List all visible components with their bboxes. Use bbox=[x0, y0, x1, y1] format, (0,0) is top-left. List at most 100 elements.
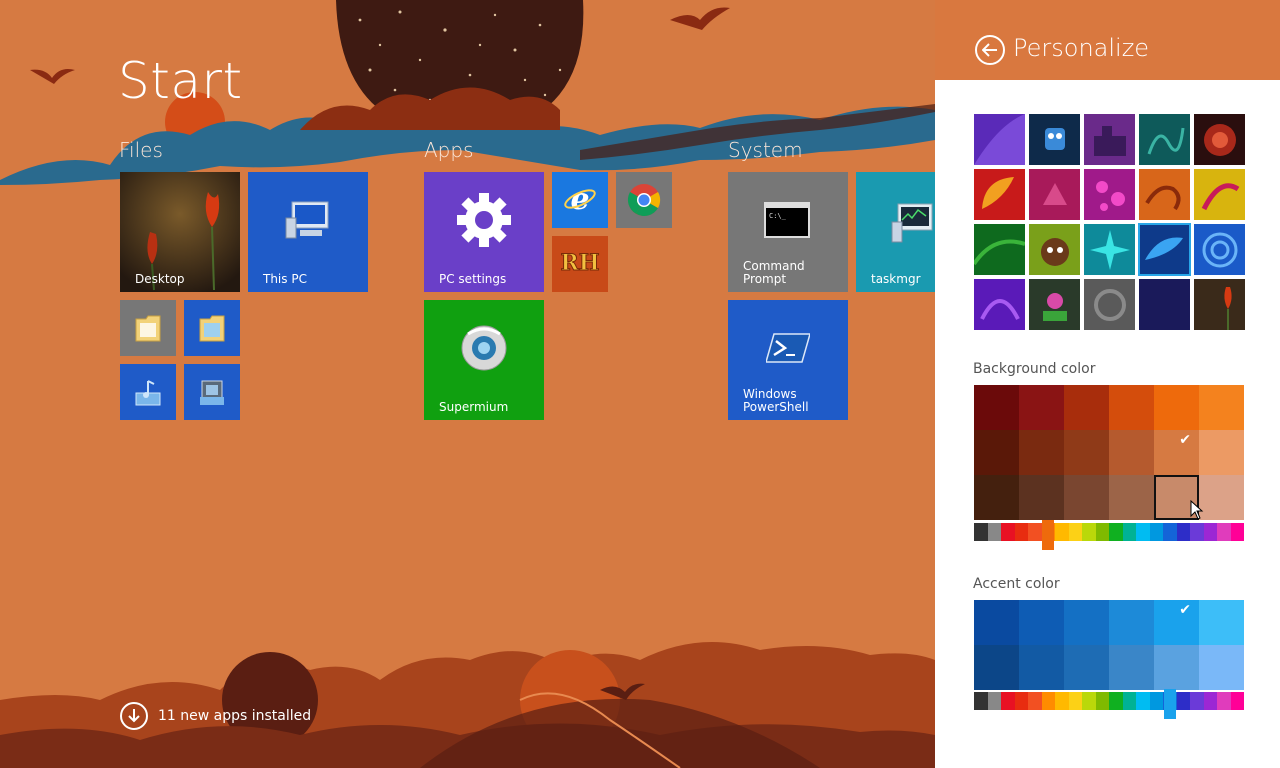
color-swatch[interactable] bbox=[1199, 600, 1244, 645]
tile-videos-folder[interactable] bbox=[184, 364, 240, 420]
tile-internet-explorer[interactable]: e bbox=[552, 172, 608, 228]
color-swatch[interactable]: ✔ bbox=[1154, 600, 1199, 645]
color-swatch[interactable] bbox=[1109, 645, 1154, 690]
pattern-thumbnail[interactable] bbox=[1194, 169, 1245, 220]
tile-pictures-folder[interactable] bbox=[184, 300, 240, 356]
color-swatch[interactable] bbox=[974, 385, 1019, 430]
hue-segment[interactable] bbox=[1095, 523, 1109, 541]
hue-segment[interactable] bbox=[1109, 523, 1123, 541]
hue-segment[interactable] bbox=[1149, 692, 1163, 710]
hue-segment[interactable] bbox=[1136, 523, 1150, 541]
tile-music-folder[interactable] bbox=[120, 364, 176, 420]
pattern-thumbnail[interactable] bbox=[1084, 224, 1135, 275]
tile-windows-powershell[interactable]: Windows PowerShell bbox=[728, 300, 848, 420]
hue-segment[interactable] bbox=[1014, 523, 1028, 541]
hue-segment[interactable] bbox=[1014, 692, 1028, 710]
pattern-thumbnail[interactable] bbox=[1084, 114, 1135, 165]
hue-segment[interactable] bbox=[1230, 692, 1244, 710]
hue-segment[interactable] bbox=[1001, 692, 1015, 710]
hue-segment[interactable] bbox=[974, 692, 988, 710]
tile-supermium[interactable]: Supermium bbox=[424, 300, 544, 420]
color-swatch[interactable] bbox=[1019, 385, 1064, 430]
color-swatch[interactable] bbox=[1064, 430, 1109, 475]
back-button[interactable] bbox=[975, 35, 1005, 65]
tile-desktop[interactable]: Desktop bbox=[120, 172, 240, 292]
hue-segment[interactable] bbox=[987, 523, 1001, 541]
background-hue-slider[interactable] bbox=[1042, 520, 1055, 550]
pattern-thumbnail[interactable] bbox=[1029, 279, 1080, 330]
pattern-thumbnail[interactable] bbox=[1029, 169, 1080, 220]
color-swatch[interactable] bbox=[1064, 600, 1109, 645]
pattern-thumbnail[interactable] bbox=[1084, 169, 1135, 220]
new-apps-notification[interactable]: 11 new apps installed bbox=[120, 702, 311, 730]
hue-segment[interactable] bbox=[1041, 692, 1055, 710]
hue-segment[interactable] bbox=[1122, 692, 1136, 710]
color-swatch[interactable] bbox=[974, 430, 1019, 475]
color-swatch[interactable] bbox=[1019, 475, 1064, 520]
color-swatch[interactable] bbox=[1019, 430, 1064, 475]
color-swatch[interactable] bbox=[1199, 475, 1244, 520]
hue-segment[interactable] bbox=[1001, 523, 1015, 541]
pattern-thumbnail[interactable] bbox=[1029, 224, 1080, 275]
color-swatch[interactable] bbox=[1064, 645, 1109, 690]
hue-segment[interactable] bbox=[1217, 692, 1231, 710]
hue-segment[interactable] bbox=[1149, 523, 1163, 541]
hue-segment[interactable] bbox=[1028, 523, 1042, 541]
pattern-thumbnail[interactable] bbox=[1029, 114, 1080, 165]
pattern-thumbnail[interactable] bbox=[974, 169, 1025, 220]
color-swatch[interactable] bbox=[1199, 385, 1244, 430]
color-swatch[interactable] bbox=[1199, 430, 1244, 475]
color-swatch[interactable] bbox=[1064, 475, 1109, 520]
pattern-thumbnail[interactable] bbox=[974, 279, 1025, 330]
hue-segment[interactable] bbox=[1176, 692, 1190, 710]
hue-segment[interactable] bbox=[1136, 692, 1150, 710]
hue-segment[interactable] bbox=[1055, 692, 1069, 710]
color-swatch[interactable] bbox=[1109, 430, 1154, 475]
hue-segment[interactable] bbox=[1122, 523, 1136, 541]
pattern-thumbnail[interactable] bbox=[1194, 279, 1245, 330]
hue-segment[interactable] bbox=[1203, 692, 1217, 710]
tile-pc-settings[interactable]: PC settings bbox=[424, 172, 544, 292]
color-swatch[interactable] bbox=[1019, 600, 1064, 645]
hue-segment[interactable] bbox=[974, 523, 988, 541]
pattern-thumbnail[interactable] bbox=[974, 114, 1025, 165]
hue-segment[interactable] bbox=[1095, 692, 1109, 710]
hue-segment[interactable] bbox=[1055, 523, 1069, 541]
hue-segment[interactable] bbox=[1109, 692, 1123, 710]
color-swatch[interactable] bbox=[1064, 385, 1109, 430]
pattern-thumbnail[interactable] bbox=[1139, 114, 1190, 165]
pattern-thumbnail[interactable] bbox=[974, 224, 1025, 275]
tile-taskmgr[interactable]: taskmgr bbox=[856, 172, 935, 292]
pattern-thumbnail[interactable] bbox=[1194, 114, 1245, 165]
hue-segment[interactable] bbox=[1068, 523, 1082, 541]
hue-segment[interactable] bbox=[1230, 523, 1244, 541]
hue-segment[interactable] bbox=[1082, 523, 1096, 541]
hue-segment[interactable] bbox=[1190, 523, 1204, 541]
hue-segment[interactable] bbox=[1217, 523, 1231, 541]
color-swatch[interactable] bbox=[974, 645, 1019, 690]
hue-segment[interactable] bbox=[1190, 692, 1204, 710]
color-swatch[interactable] bbox=[1199, 645, 1244, 690]
color-swatch[interactable] bbox=[1109, 385, 1154, 430]
pattern-thumbnail[interactable] bbox=[1139, 169, 1190, 220]
accent-hue-slider[interactable] bbox=[1163, 689, 1176, 719]
color-swatch[interactable] bbox=[1154, 645, 1199, 690]
color-swatch[interactable] bbox=[1019, 645, 1064, 690]
pattern-thumbnail[interactable] bbox=[1138, 223, 1191, 276]
pattern-thumbnail[interactable] bbox=[1139, 279, 1190, 330]
color-swatch[interactable]: ✔ bbox=[1154, 430, 1199, 475]
color-swatch[interactable] bbox=[1109, 600, 1154, 645]
hue-segment[interactable] bbox=[1163, 523, 1177, 541]
color-swatch[interactable] bbox=[1109, 475, 1154, 520]
hue-segment[interactable] bbox=[1203, 523, 1217, 541]
hue-segment[interactable] bbox=[1176, 523, 1190, 541]
color-swatch[interactable] bbox=[974, 600, 1019, 645]
color-swatch[interactable] bbox=[1154, 385, 1199, 430]
tile-this-pc[interactable]: This PC bbox=[248, 172, 368, 292]
hue-segment[interactable] bbox=[987, 692, 1001, 710]
tile-rh[interactable]: RH bbox=[552, 236, 608, 292]
tile-chrome[interactable] bbox=[616, 172, 672, 228]
pattern-thumbnail[interactable] bbox=[1194, 224, 1245, 275]
hue-segment[interactable] bbox=[1082, 692, 1096, 710]
color-swatch[interactable] bbox=[974, 475, 1019, 520]
